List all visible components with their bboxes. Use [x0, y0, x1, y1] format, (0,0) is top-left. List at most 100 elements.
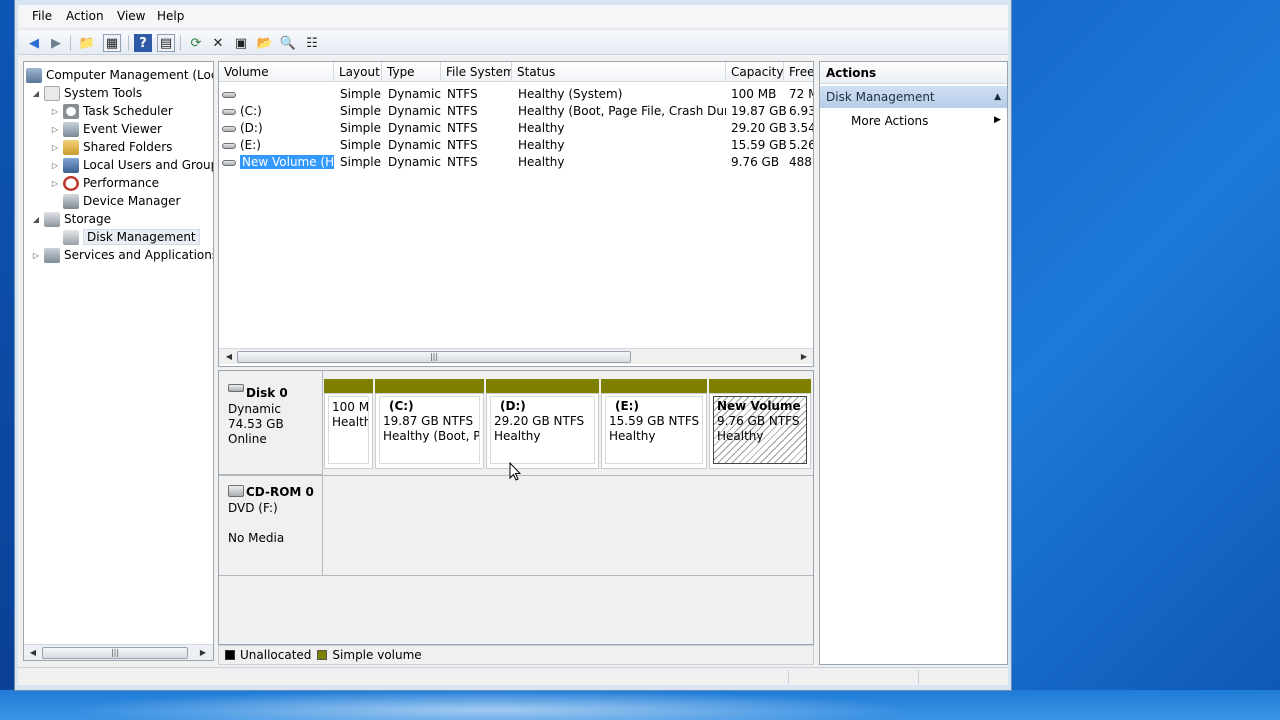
volume-disk-icon: [222, 125, 236, 132]
column-status[interactable]: Status: [512, 62, 726, 82]
properties-icon[interactable]: ▣: [232, 34, 250, 52]
expand-icon[interactable]: ▷: [50, 179, 60, 188]
layout-cell: Simple: [340, 87, 381, 101]
forward-arrow-icon[interactable]: ▶: [47, 34, 65, 52]
free-cell: 5.26: [789, 138, 814, 152]
cdrom0-info[interactable]: CD-ROM 0 DVD (F:) No Media: [219, 476, 323, 576]
partition-d[interactable]: (D:) 29.20 GB NTFS Healthy: [486, 379, 599, 469]
settings-list-icon[interactable]: ☷: [303, 34, 321, 52]
scroll-left-icon[interactable]: ◀: [222, 350, 236, 364]
actions-pane: Actions Disk Management ▲ More Actions ▶: [819, 61, 1008, 665]
menu-view[interactable]: View: [117, 9, 145, 23]
volume-list: Volume Layout Type File System Status Ca…: [218, 61, 814, 367]
status-cell: Healthy: [518, 155, 565, 169]
simple-volume-bar: [601, 379, 707, 393]
collapse-up-icon[interactable]: ▲: [994, 86, 1001, 108]
column-free[interactable]: Free: [784, 62, 813, 82]
column-capacity[interactable]: Capacity: [726, 62, 784, 82]
scroll-right-icon[interactable]: ▶: [196, 646, 210, 660]
more-actions-label: More Actions: [851, 114, 929, 128]
search-icon[interactable]: 🔍: [279, 34, 297, 52]
expand-icon[interactable]: ▷: [50, 125, 60, 134]
tree-item-disk-management[interactable]: Disk Management: [63, 228, 200, 246]
table-row[interactable]: Simple Dynamic NTFS Healthy (System) 100…: [219, 86, 813, 103]
scroll-right-icon[interactable]: ▶: [797, 350, 811, 364]
delete-icon[interactable]: ✕: [209, 34, 227, 52]
tree-item-event-viewer[interactable]: ▷ Event Viewer: [50, 120, 162, 138]
partition-status: Health: [332, 415, 369, 429]
menu-file[interactable]: File: [32, 9, 52, 23]
tree-item-storage[interactable]: ◢ Storage: [31, 210, 111, 228]
column-volume[interactable]: Volume: [219, 62, 334, 82]
expand-icon[interactable]: ▷: [50, 143, 60, 152]
menu-help[interactable]: Help: [157, 9, 184, 23]
open-folder-icon[interactable]: 📂: [256, 34, 274, 52]
type-cell: Dynamic: [388, 104, 441, 118]
expand-icon[interactable]: ▷: [50, 107, 60, 116]
scroll-left-icon[interactable]: ◀: [26, 646, 40, 660]
tree-item-task-scheduler[interactable]: ▷ Task Scheduler: [50, 102, 173, 120]
partition-e[interactable]: (E:) 15.59 GB NTFS Healthy: [601, 379, 707, 469]
scrollbar-thumb[interactable]: |||: [42, 647, 188, 659]
collapse-icon[interactable]: ◢: [31, 89, 41, 98]
legend-simple: Simple volume: [332, 648, 422, 662]
expand-icon[interactable]: ▷: [31, 251, 41, 260]
tree-label: Device Manager: [83, 194, 181, 208]
toolbar-separator: [180, 35, 181, 51]
tree-item-performance[interactable]: ▷ Performance: [50, 174, 159, 192]
table-row-selected[interactable]: New Volume (H:) Simple Dynamic NTFS Heal…: [219, 154, 813, 171]
status-segment: [788, 670, 789, 684]
back-arrow-icon[interactable]: ◀: [25, 34, 43, 52]
expand-icon[interactable]: ▷: [50, 161, 60, 170]
tree-item-device-manager[interactable]: Device Manager: [63, 192, 180, 210]
table-row[interactable]: (C:) Simple Dynamic NTFS Healthy (Boot, …: [219, 103, 813, 120]
tree-item-shared-folders[interactable]: ▷ Shared Folders: [50, 138, 172, 156]
submenu-arrow-icon[interactable]: ▶: [994, 115, 1001, 125]
actions-title: Actions: [820, 62, 1007, 84]
tree-item-system-tools[interactable]: ◢ System Tools: [31, 84, 142, 102]
refresh-icon[interactable]: ⟳: [187, 34, 205, 52]
fs-cell: NTFS: [447, 155, 478, 169]
partition-status: Healthy (Boot, Pa(: [383, 429, 480, 443]
show-tree-icon[interactable]: ▦: [103, 34, 121, 52]
hard-disk-icon: [228, 384, 244, 392]
tree-label: Local Users and Groups: [83, 158, 214, 172]
toolbar: ◀ ▶ 📁 ▦ ? ▤ ⟳ ✕ ▣ 📂 🔍 ☷: [18, 29, 1008, 55]
column-file-system[interactable]: File System: [441, 62, 512, 82]
table-row[interactable]: (E:) Simple Dynamic NTFS Healthy 15.59 G…: [219, 137, 814, 154]
volume-name: (D:): [240, 121, 263, 135]
tree-label: Event Viewer: [83, 122, 162, 136]
more-actions-item[interactable]: More Actions: [851, 112, 928, 130]
up-folder-icon[interactable]: 📁: [78, 34, 96, 52]
tree-horizontal-scrollbar[interactable]: ◀ ||| ▶: [24, 644, 213, 660]
partition-status: Healthy: [494, 429, 541, 443]
help-icon[interactable]: ?: [134, 34, 152, 52]
disk0-info[interactable]: Disk 0 Dynamic 74.53 GB Online: [219, 371, 323, 475]
collapse-icon[interactable]: ◢: [31, 215, 41, 224]
tree-item-services-applications[interactable]: ▷ Services and Applications: [31, 246, 213, 264]
free-cell: 3.54: [789, 121, 814, 135]
column-layout[interactable]: Layout: [334, 62, 382, 82]
status-cell: Healthy (Boot, Page File, Crash Dump): [518, 104, 726, 118]
capacity-cell: 19.87 GB: [731, 104, 787, 118]
partition-system-reserved[interactable]: 100 MI Health: [324, 379, 373, 469]
menu-action[interactable]: Action: [66, 9, 104, 23]
capacity-cell: 15.59 GB: [731, 138, 787, 152]
volume-list-horizontal-scrollbar[interactable]: ◀ ||| ▶: [219, 348, 813, 364]
scrollbar-thumb[interactable]: |||: [237, 351, 631, 363]
status-segment: [918, 670, 919, 684]
layout-cell: Simple: [340, 104, 381, 118]
layout-cell: Simple: [340, 138, 381, 152]
tree-item-computer-management[interactable]: Computer Management (Local: [26, 66, 213, 84]
legend-unallocated: Unallocated: [240, 648, 312, 662]
column-type[interactable]: Type: [382, 62, 441, 82]
partition-size: 15.59 GB NTFS: [609, 414, 700, 428]
show-action-pane-icon[interactable]: ▤: [157, 34, 175, 52]
partition-label: (C:): [389, 399, 414, 413]
actions-section-disk-management[interactable]: Disk Management ▲: [820, 86, 1007, 108]
partition-c[interactable]: (C:) 19.87 GB NTFS Healthy (Boot, Pa(: [375, 379, 484, 469]
tree-item-local-users[interactable]: ▷ Local Users and Groups: [50, 156, 214, 174]
tree-label: Task Scheduler: [83, 104, 173, 118]
table-row[interactable]: (D:) Simple Dynamic NTFS Healthy 29.20 G…: [219, 120, 814, 137]
partition-h-selected[interactable]: New Volume (H: 9.76 GB NTFS Healthy: [709, 379, 811, 469]
